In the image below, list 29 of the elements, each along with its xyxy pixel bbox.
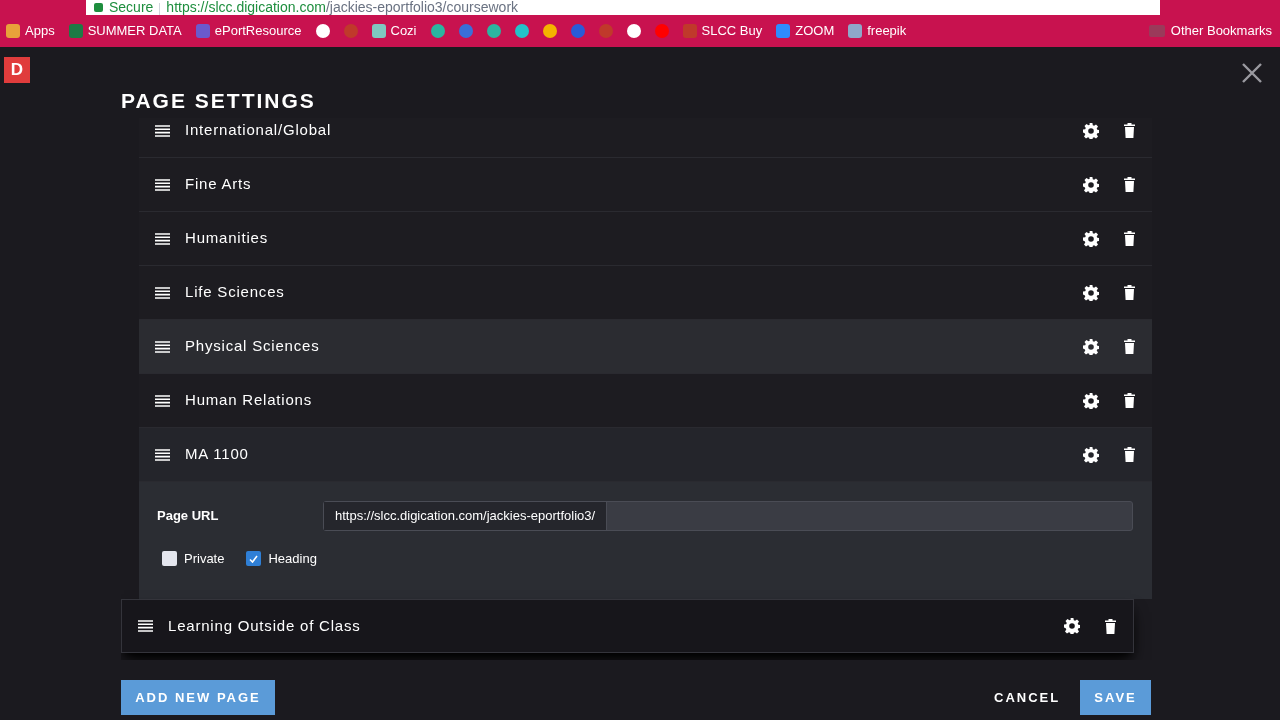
cancel-button[interactable]: CANCEL	[986, 680, 1069, 715]
page-title: Human Relations	[185, 390, 314, 411]
bookmark[interactable]: Cozi	[371, 21, 417, 41]
page-title: MA 1100	[185, 444, 250, 465]
checkbox-label[interactable]: Heading	[268, 549, 317, 569]
page-title: Humanities	[185, 228, 270, 249]
bookmark[interactable]: SUMMER DATA	[68, 21, 182, 41]
page-title: Learning Outside of Class	[168, 615, 362, 636]
dialog-title: PAGE SETTINGS	[121, 88, 316, 114]
url-field[interactable]: https://slcc.digication.com/jackies-eportfolio3/	[323, 501, 1133, 531]
checkbox-label[interactable]: Private	[184, 549, 225, 569]
bookmark[interactable]: freepik	[848, 21, 907, 41]
logo[interactable]: D	[4, 57, 30, 83]
page-row[interactable]: Learning Outside of Class	[121, 599, 1134, 653]
page-title: International/Global	[185, 120, 333, 141]
bookmark[interactable]: ePortResource	[195, 21, 302, 41]
bookmark[interactable]: Apps	[6, 21, 55, 41]
field-label: Page URL	[157, 507, 220, 526]
page-title: Physical Sciences	[185, 336, 321, 357]
url-text: https://slcc.digication.com/jackies-eportfolio3/coursework	[166, 0, 519, 15]
other-bookmarks[interactable]: Other Bookmarks	[1148, 21, 1280, 41]
address-bar[interactable]: Secure https://slcc.digication.com/jackies-eportfolio3/coursework	[86, 0, 1160, 15]
page-title: Life Sciences	[185, 282, 286, 303]
page-row[interactable]: Physical Sciences	[139, 320, 1152, 374]
bookmark[interactable]: SLCC Buy	[682, 21, 763, 41]
page-row[interactable]: MA 1100	[139, 428, 1152, 482]
page-title: Fine Arts	[185, 174, 253, 195]
bookmark[interactable]: ZOOM	[776, 21, 835, 41]
secure-label: Secure	[109, 0, 154, 15]
